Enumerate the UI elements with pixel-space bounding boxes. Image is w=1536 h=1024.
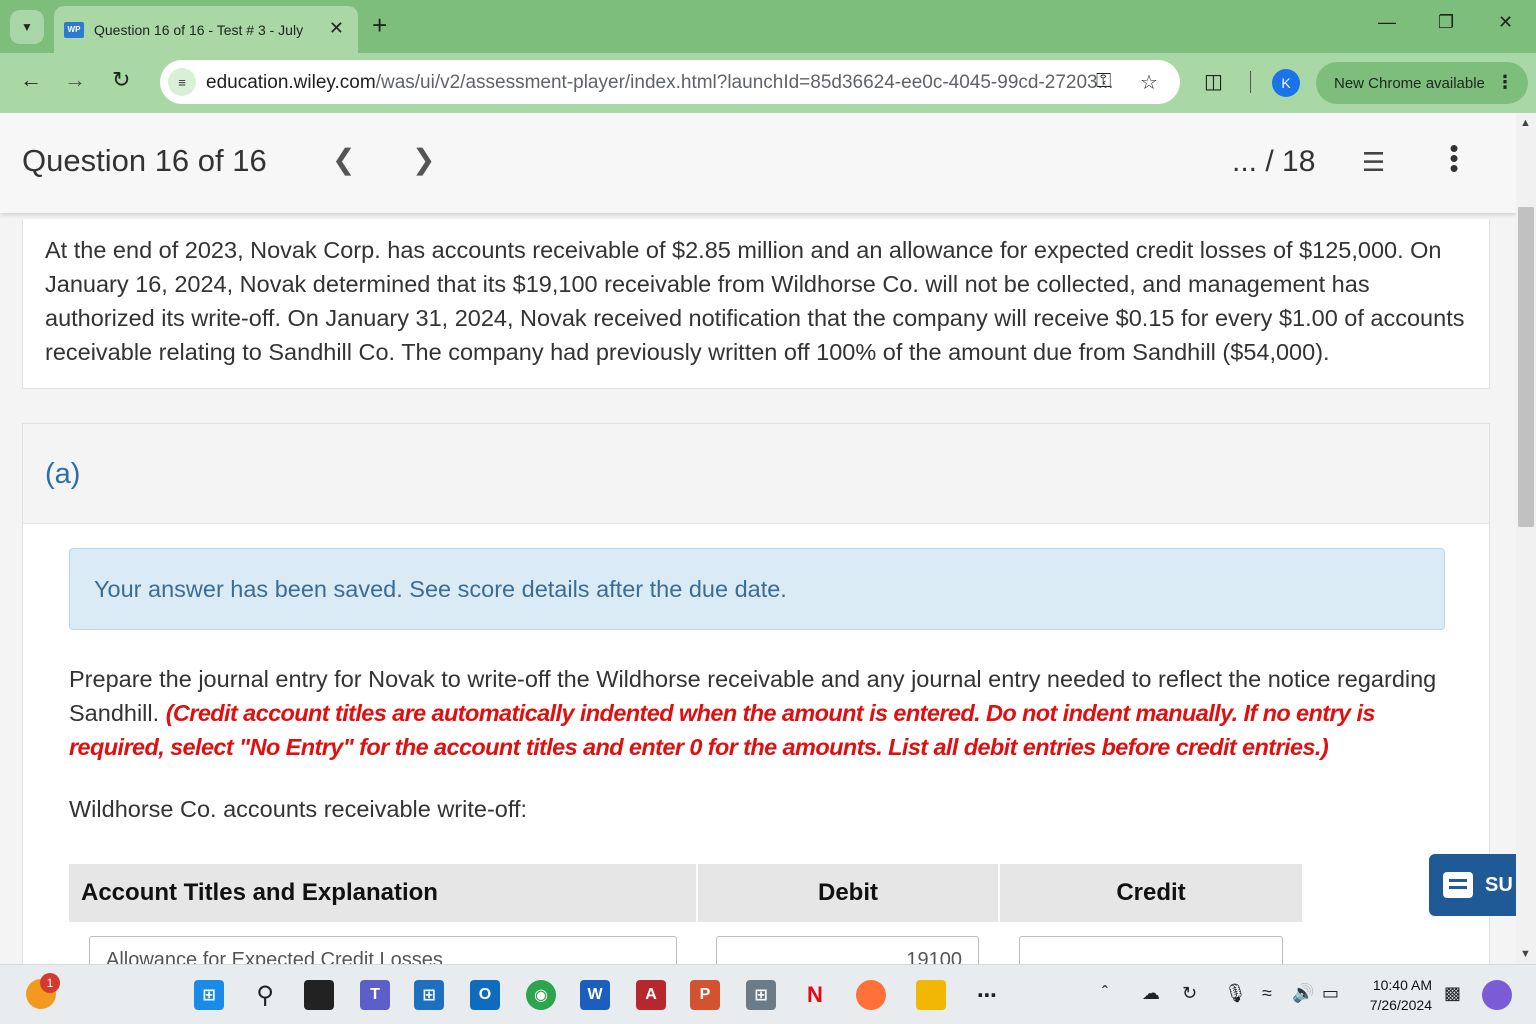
bookmark-star-icon[interactable]: ☆	[1140, 70, 1158, 95]
powerpoint-icon[interactable]: P	[690, 980, 720, 1010]
site-info-icon[interactable]: ≡	[168, 68, 196, 96]
firefox-icon[interactable]	[856, 980, 886, 1010]
tab-search-chevron-icon[interactable]: ▼	[10, 10, 44, 44]
next-question-chevron-icon[interactable]: ❯	[412, 143, 435, 176]
netflix-icon[interactable]: N	[800, 980, 830, 1010]
more-apps-icon[interactable]: ⋯	[972, 980, 1002, 1010]
part-instructions: Prepare the journal entry for Novak to w…	[69, 662, 1439, 764]
search-icon[interactable]: ⚲	[250, 980, 280, 1010]
browser-menu-icon[interactable]: ⋮	[1496, 72, 1514, 93]
question-title: Question 16 of 16	[22, 143, 267, 178]
browser-tab[interactable]: WP Question 16 of 16 - Test # 3 - July ✕	[54, 6, 358, 53]
more-options-icon[interactable]: • • •	[1444, 135, 1464, 181]
tab-title: Question 16 of 16 - Test # 3 - July	[94, 21, 304, 38]
question-header: Question 16 of 16 ❮ ❯ ... / 18 ☰ • • •	[0, 113, 1516, 213]
address-bar[interactable]: ≡ education.wiley.com/was/ui/v2/assessme…	[160, 60, 1180, 104]
browser-tab-strip: ▼ WP Question 16 of 16 - Test # 3 - July…	[0, 0, 1536, 53]
file-explorer-icon[interactable]	[916, 980, 946, 1010]
restore-icon[interactable]: ❐	[1438, 12, 1454, 33]
scroll-down-arrow-icon[interactable]: ▼	[1520, 948, 1531, 960]
password-key-icon[interactable]: ⚿	[1096, 70, 1111, 93]
message-icon	[1443, 872, 1473, 898]
system-clock[interactable]: 10:40 AM 7/26/2024	[1360, 975, 1432, 1015]
browser-toolbar: ← → ↻ ≡ education.wiley.com/was/ui/v2/as…	[0, 53, 1536, 113]
show-hidden-icons-chevron-icon[interactable]: ˆ	[1102, 983, 1108, 1004]
task-view-icon[interactable]	[304, 980, 334, 1010]
notifications-icon[interactable]: ▩	[1444, 983, 1461, 1004]
windows-taskbar: 1 ⊞ ⚲ T ⊞ O ◉ W A P ⊞ N ⋯ ˆ ☁ ↻ 🎙 ≈ 🔊 ▭ …	[0, 964, 1536, 1024]
sync-icon[interactable]: ↻	[1182, 983, 1197, 1004]
access-icon[interactable]: A	[636, 980, 666, 1010]
profile-avatar[interactable]: K	[1272, 69, 1300, 97]
submit-button[interactable]: SU	[1429, 854, 1516, 916]
journal-row: Allowance for Expected Credit Losses 191…	[69, 922, 1302, 964]
reload-icon[interactable]: ↻	[112, 67, 130, 93]
chrome-update-button[interactable]: New Chrome available ⋮	[1316, 62, 1528, 104]
wifi-icon[interactable]: ≈	[1262, 983, 1272, 1004]
microphone-icon[interactable]: 🎙	[1224, 983, 1247, 1004]
debit-input[interactable]: 19100	[716, 936, 979, 964]
word-icon[interactable]: W	[580, 980, 610, 1010]
debit-header: Debit	[696, 864, 998, 922]
url-path: /was/ui/v2/assessment-player/index.html?…	[375, 72, 1114, 93]
new-tab-plus-icon[interactable]: +	[372, 12, 387, 38]
toolbar-divider	[1250, 71, 1251, 93]
part-header: (a)	[23, 424, 1489, 524]
instructions-note: (Credit account titles are automatically…	[69, 700, 1375, 760]
onedrive-icon[interactable]: ☁	[1142, 983, 1160, 1004]
chrome-update-label: New Chrome available	[1334, 74, 1485, 92]
battery-icon[interactable]: ▭	[1322, 983, 1339, 1004]
back-arrow-icon[interactable]: ←	[20, 67, 42, 93]
answer-saved-notice: Your answer has been saved. See score de…	[69, 548, 1445, 630]
extensions-icon[interactable]: ◫	[1204, 69, 1223, 94]
calculator-icon[interactable]: ⊞	[746, 980, 776, 1010]
copilot-icon[interactable]	[1482, 980, 1512, 1010]
store-icon[interactable]: ⊞	[414, 980, 444, 1010]
account-titles-header: Account Titles and Explanation	[81, 879, 438, 906]
page-scrollbar[interactable]: ▲ ▼	[1516, 113, 1536, 964]
chrome-icon[interactable]: ◉	[526, 980, 556, 1010]
question-score: ... / 18	[1232, 145, 1316, 178]
forward-arrow-icon[interactable]: →	[64, 67, 86, 93]
account-title-select[interactable]: Allowance for Expected Credit Losses	[89, 936, 677, 964]
journal-table-header: Account Titles and Explanation Debit Cre…	[69, 864, 1302, 922]
url-text[interactable]: education.wiley.com/was/ui/v2/assessment…	[206, 72, 1113, 94]
credit-header: Credit	[998, 864, 1302, 922]
submit-label: SU	[1485, 873, 1513, 896]
weather-badge: 1	[40, 973, 60, 993]
tab-close-icon[interactable]: ✕	[329, 18, 344, 39]
scroll-thumb[interactable]	[1518, 207, 1534, 527]
wileyplus-favicon: WP	[64, 21, 84, 38]
part-label: (a)	[45, 458, 81, 490]
start-windows-icon[interactable]: ⊞	[194, 980, 224, 1010]
url-host: education.wiley.com	[206, 72, 376, 93]
problem-statement-card: At the end of 2023, Novak Corp. has acco…	[22, 219, 1490, 389]
clock-date: 7/26/2024	[1369, 997, 1432, 1013]
volume-icon[interactable]: 🔊	[1292, 983, 1314, 1004]
assessment-page: Question 16 of 16 ❮ ❯ ... / 18 ☰ • • • At …	[0, 113, 1516, 964]
teams-icon[interactable]: T	[360, 980, 390, 1010]
entry-subheading: Wildhorse Co. accounts receivable write-…	[69, 796, 528, 822]
problem-statement: At the end of 2023, Novak Corp. has acco…	[45, 237, 1465, 365]
part-a-card: (a) Your answer has been saved. See scor…	[22, 423, 1490, 964]
question-list-icon[interactable]: ☰	[1362, 147, 1385, 178]
window-close-icon[interactable]: ✕	[1498, 12, 1513, 33]
scroll-up-arrow-icon[interactable]: ▲	[1520, 117, 1531, 129]
journal-entry-table: Account Titles and Explanation Debit Cre…	[69, 864, 1302, 964]
outlook-icon[interactable]: O	[470, 980, 500, 1010]
credit-input[interactable]	[1019, 936, 1283, 964]
clock-time: 10:40 AM	[1372, 977, 1432, 993]
minimize-icon[interactable]: —	[1378, 12, 1396, 33]
previous-question-chevron-icon[interactable]: ❮	[332, 143, 355, 176]
